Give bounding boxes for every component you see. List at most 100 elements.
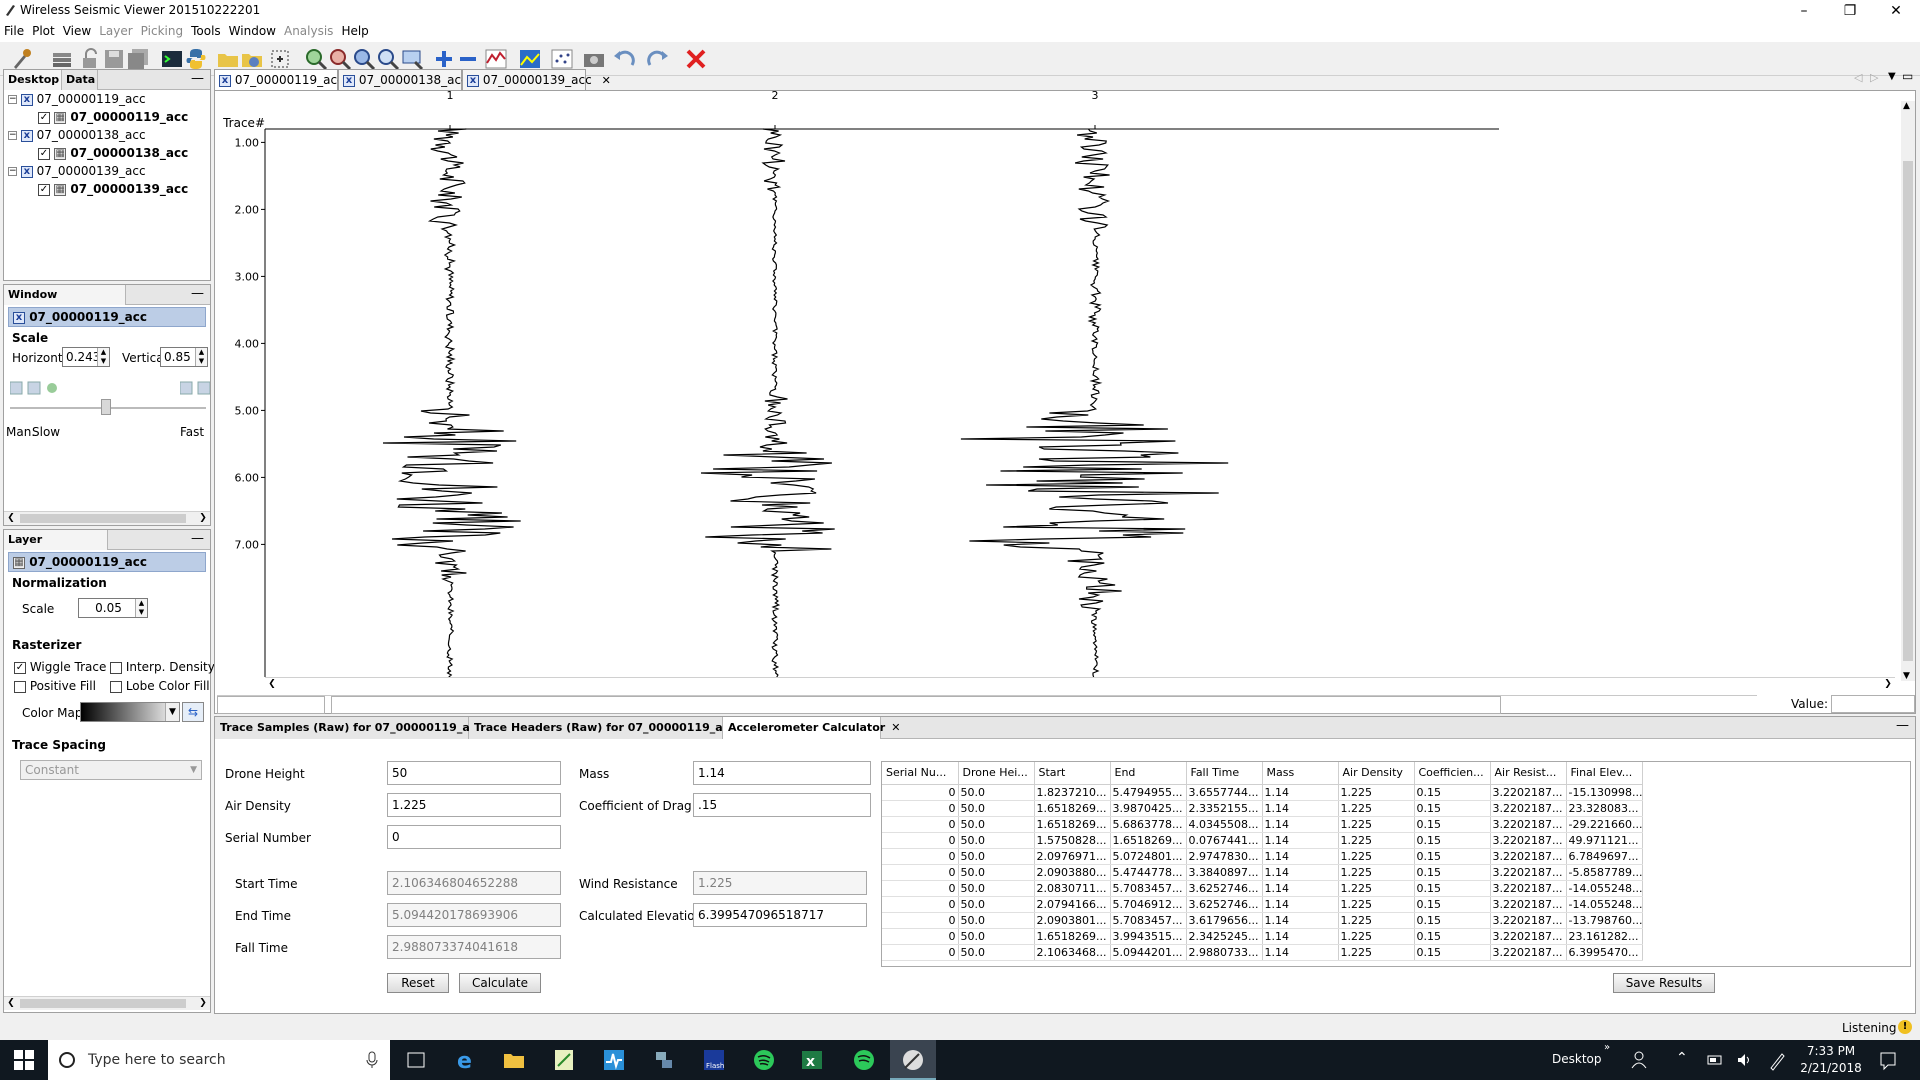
seismic-trace-1[interactable] bbox=[382, 128, 521, 678]
column-header[interactable]: Serial Nu... bbox=[882, 762, 959, 785]
battery-icon[interactable] bbox=[1706, 1048, 1724, 1072]
tab-layer-shortcut[interactable]: Layer Shortcut✕ bbox=[4, 530, 108, 565]
minimize-button[interactable]: – bbox=[1781, 0, 1827, 22]
tray-chevron-up-icon[interactable]: ⌃ bbox=[1676, 1050, 1688, 1066]
close-icon[interactable]: ✕ bbox=[602, 74, 611, 87]
menu-view[interactable]: View bbox=[59, 22, 95, 40]
collapse-icon[interactable]: − bbox=[8, 131, 17, 140]
network-tool-icon[interactable] bbox=[652, 1048, 676, 1072]
collapse-icon[interactable]: − bbox=[8, 95, 17, 104]
results-table[interactable]: Serial Nu... Drone Hei... Start End Fall Tim… bbox=[882, 762, 1644, 961]
table-row[interactable]: 0 50.0 2.0903801... 5.7083457... 3.6179656..… bbox=[882, 912, 1644, 929]
save-all-icon[interactable] bbox=[126, 47, 150, 71]
normalization-scale-spinner[interactable]: 0.05 ▲ ▼ bbox=[78, 598, 148, 618]
checkbox-icon[interactable]: ✓ bbox=[38, 111, 50, 124]
minimize-icon[interactable]: — bbox=[191, 70, 204, 88]
table-row[interactable]: 0 50.0 1.6518269... 3.9870425... 2.3352155..… bbox=[882, 800, 1644, 817]
desktop-expand-icon[interactable]: » bbox=[1604, 1042, 1610, 1053]
pick-tool-icon[interactable] bbox=[10, 47, 34, 71]
close-button[interactable]: ✕ bbox=[1873, 0, 1919, 22]
collapse-icon[interactable]: − bbox=[8, 167, 17, 176]
tab-window-shortcut[interactable]: Window Shortcut✕ bbox=[4, 285, 126, 320]
menu-analysis[interactable]: Analysis bbox=[280, 22, 337, 40]
horizontal-scrollbar[interactable]: ❮ ❯ bbox=[4, 511, 210, 525]
scroll-right-icon[interactable]: ❯ bbox=[1881, 678, 1895, 692]
scroll-up-icon[interactable]: ▲ bbox=[1903, 101, 1910, 111]
open-folder-icon[interactable] bbox=[216, 47, 240, 71]
table-row[interactable]: 0 50.0 2.0830711... 5.7083457... 3.6252746..… bbox=[882, 880, 1644, 897]
scroll-left-icon[interactable]: ❮ bbox=[4, 997, 18, 1011]
zoom-region-icon[interactable] bbox=[376, 47, 400, 71]
activity-monitor-icon[interactable] bbox=[602, 1048, 626, 1072]
undo-icon[interactable] bbox=[612, 47, 636, 71]
zoom-fit-icon[interactable] bbox=[352, 47, 376, 71]
minimize-icon[interactable]: — bbox=[191, 285, 204, 303]
camera-icon[interactable] bbox=[582, 47, 606, 71]
seismic-plot[interactable]: Trace# 1.00 2.00 3.00 4.00 5.00 6.00 7.00 1 2 3 bbox=[215, 91, 1915, 713]
pen-icon[interactable] bbox=[1768, 1048, 1786, 1072]
clock-date[interactable]: 2/21/2018 bbox=[1798, 1061, 1864, 1075]
flash-app-icon[interactable]: Flash bbox=[702, 1048, 726, 1072]
checkbox-icon[interactable]: ✓ bbox=[38, 147, 50, 160]
spinner-arrows-icon[interactable]: ▲ ▼ bbox=[135, 599, 147, 617]
tab-desktop[interactable]: Desktop✕ bbox=[4, 70, 74, 90]
selected-window[interactable]: x 07_00000119_acc bbox=[8, 307, 206, 327]
plot-vertical-scrollbar[interactable]: ▲ ▼ bbox=[1901, 101, 1915, 681]
plot-horizontal-scrollbar[interactable]: ❮ ❯ bbox=[265, 677, 1895, 691]
tree-item-child-2[interactable]: ✓ ▦ 07_00000138_acc bbox=[38, 144, 188, 162]
clock-time[interactable]: 7:33 PM bbox=[1798, 1044, 1864, 1058]
spotify-icon[interactable] bbox=[752, 1048, 776, 1072]
menu-tools[interactable]: Tools bbox=[187, 22, 225, 40]
column-header[interactable]: Fall Time bbox=[1186, 762, 1263, 785]
drag-input[interactable]: .15 bbox=[693, 793, 871, 817]
scatter-icon[interactable] bbox=[550, 47, 574, 71]
checkbox-icon[interactable] bbox=[110, 680, 122, 693]
tab-accelerometer-calculator[interactable]: Accelerometer Calculator ✕ bbox=[723, 717, 900, 739]
minimize-icon[interactable]: — bbox=[191, 530, 204, 548]
menu-layer[interactable]: Layer bbox=[95, 22, 136, 40]
excel-icon[interactable]: x bbox=[800, 1048, 824, 1072]
zoom-in-icon[interactable] bbox=[304, 47, 328, 71]
table-row[interactable]: 0 50.0 2.1063468... 5.0944201... 2.9880733..… bbox=[882, 944, 1644, 961]
image-icon[interactable] bbox=[518, 47, 542, 71]
maximize-button[interactable]: ❐ bbox=[1827, 0, 1873, 22]
redo-icon[interactable] bbox=[646, 47, 670, 71]
positive-fill-checkbox[interactable]: Positive Fill bbox=[14, 679, 96, 693]
calculate-button[interactable]: Calculate bbox=[459, 973, 541, 993]
column-header[interactable]: End bbox=[1110, 762, 1187, 785]
close-red-icon[interactable] bbox=[684, 47, 708, 71]
tree-item-parent-1[interactable]: − x 07_00000119_acc bbox=[8, 90, 146, 108]
tree-item-child-3[interactable]: ✓ ▦ 07_00000139_acc bbox=[38, 180, 188, 198]
tree-item-parent-3[interactable]: − x 07_00000139_acc bbox=[8, 162, 146, 180]
air-density-input[interactable]: 1.225 bbox=[387, 793, 561, 817]
interp-density-checkbox[interactable]: Interp. Density bbox=[110, 660, 215, 674]
tab-document-1[interactable]: x 07_00000119_acc ✕ bbox=[214, 69, 363, 91]
edge-browser-icon[interactable]: e bbox=[454, 1048, 478, 1072]
tab-document-3[interactable]: x 07_00000139_acc ✕ bbox=[462, 69, 611, 91]
close-icon[interactable]: ✕ bbox=[891, 721, 900, 734]
minimize-icon[interactable]: — bbox=[1896, 717, 1909, 735]
column-header[interactable]: Air Density bbox=[1338, 762, 1415, 785]
wiggle-trace-checkbox[interactable]: ✓ Wiggle Trace bbox=[14, 660, 106, 674]
table-row[interactable]: 0 50.0 1.5750828... 1.6518269... 0.0767441..… bbox=[882, 832, 1644, 849]
serial-number-input[interactable]: 0 bbox=[387, 825, 561, 849]
tab-trace-headers[interactable]: Trace Headers (Raw) for 07_00000119_acc bbox=[469, 717, 736, 739]
table-row[interactable]: 0 50.0 1.6518269... 5.6863778... 4.0345508..… bbox=[882, 816, 1644, 833]
trace-spacing-select[interactable]: Constant ▼ bbox=[20, 760, 202, 780]
scroll-right-icon[interactable]: ❯ bbox=[196, 997, 210, 1011]
mass-input[interactable]: 1.14 bbox=[693, 761, 871, 785]
selected-layer[interactable]: ▦ 07_00000119_acc bbox=[8, 552, 206, 572]
tab-document-2[interactable]: x 07_00000138_acc ✕ bbox=[338, 69, 487, 91]
task-view-icon[interactable] bbox=[404, 1048, 428, 1072]
zoom-window-icon[interactable] bbox=[400, 47, 424, 71]
scroll-down-icon[interactable]: ▼ bbox=[1903, 671, 1910, 681]
spinner-arrows-icon[interactable]: ▲ ▼ bbox=[97, 348, 109, 366]
zoom-out-icon[interactable] bbox=[328, 47, 352, 71]
menu-help[interactable]: Help bbox=[337, 22, 372, 40]
notes-app-icon[interactable] bbox=[552, 1048, 576, 1072]
column-header[interactable]: Air Resist... bbox=[1490, 762, 1567, 785]
column-header[interactable]: Start bbox=[1034, 762, 1111, 785]
chevron-down-icon[interactable]: ▼ bbox=[165, 703, 179, 721]
scroll-right-icon[interactable]: ❯ bbox=[196, 512, 210, 526]
open-project-icon[interactable] bbox=[240, 47, 264, 71]
